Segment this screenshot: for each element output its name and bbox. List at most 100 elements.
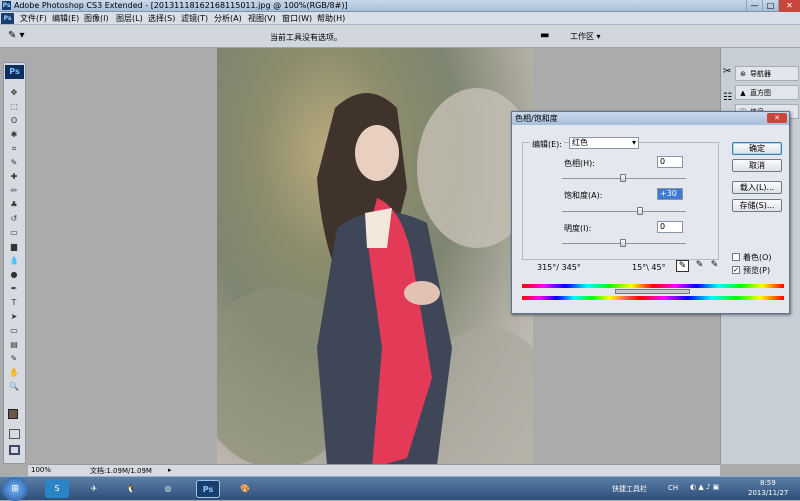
lightness-input[interactable]: 0 bbox=[657, 221, 683, 233]
close-button[interactable]: ✕ bbox=[778, 0, 800, 12]
screen-mode-icon[interactable] bbox=[9, 445, 20, 455]
panel-histogram[interactable]: ▲ 直方图 bbox=[735, 85, 799, 100]
toolbox: Ps ✥ ⬚ ʘ ✱ ⌗ ✎ ✚ ✏ ♣ ↺ ▭ ▆ 💧 ● ✒ T ➤ ▭ ▤ ✎ ✋ 🔍 bbox=[3, 62, 26, 464]
saturation-input[interactable]: +30 bbox=[657, 188, 683, 200]
blur-tool-icon[interactable]: 💧 bbox=[7, 255, 21, 266]
maximize-button[interactable]: □ bbox=[762, 0, 778, 12]
brush-tool-icon[interactable]: ✏ bbox=[7, 185, 21, 196]
move-tool-icon[interactable]: ✥ bbox=[7, 87, 21, 98]
ok-button[interactable]: 确定 bbox=[732, 142, 782, 155]
clock-date[interactable]: 2013/11/27 bbox=[748, 489, 788, 497]
preview-label: 预览(P) bbox=[743, 266, 771, 275]
eyedropper-icon[interactable]: ✎ bbox=[676, 260, 689, 272]
menu-select[interactable]: 选择(S) bbox=[145, 13, 178, 24]
minimize-button[interactable]: — bbox=[746, 0, 762, 12]
history-brush-tool-icon[interactable]: ↺ bbox=[7, 213, 21, 224]
bridge-icon[interactable]: ▬ bbox=[540, 30, 549, 41]
marquee-tool-icon[interactable]: ⬚ bbox=[7, 101, 21, 112]
crop-tool-icon[interactable]: ⌗ bbox=[7, 143, 21, 154]
saturation-slider-track[interactable] bbox=[562, 211, 686, 212]
cancel-button[interactable]: 取消 bbox=[732, 159, 782, 172]
qq-icon[interactable]: 🐧 bbox=[119, 480, 143, 498]
pen-tool-icon[interactable]: ✒ bbox=[7, 283, 21, 294]
taskbar: ⊞ S ✈ 🐧 ◎ Ps 🎨 快捷工具栏 CH ◐ ▲ ♪ ▣ 8:59 201… bbox=[0, 476, 800, 501]
notes-tool-icon[interactable]: ▤ bbox=[7, 339, 21, 350]
dodge-tool-icon[interactable]: ● bbox=[7, 269, 21, 280]
menu-help[interactable]: 帮助(H) bbox=[314, 13, 348, 24]
menu-layer[interactable]: 图层(L) bbox=[113, 13, 146, 24]
range-left-degrees: 315°/ 345° bbox=[537, 263, 581, 272]
range-right-degrees: 15°\ 45° bbox=[632, 263, 666, 272]
dialog-close-button[interactable]: ✕ bbox=[767, 113, 787, 123]
zoom-tool-icon[interactable]: 🔍 bbox=[7, 381, 21, 392]
panel-navigator-label: 导航器 bbox=[750, 70, 771, 78]
ime-indicator[interactable]: CH bbox=[668, 484, 678, 492]
load-button[interactable]: 载入(L)... bbox=[732, 181, 782, 194]
hand-tool-icon[interactable]: ✋ bbox=[7, 367, 21, 378]
stamp-tool-icon[interactable]: ♣ bbox=[7, 199, 21, 210]
quick-mask-icon[interactable] bbox=[9, 429, 20, 439]
edit-channel-value: 红色 bbox=[572, 138, 588, 147]
gradient-tool-icon[interactable]: ▆ bbox=[7, 241, 21, 252]
histogram-icon: ▲ bbox=[740, 89, 746, 97]
menu-file[interactable]: 文件(F) bbox=[17, 13, 50, 24]
menu-view[interactable]: 视图(V) bbox=[245, 13, 279, 24]
hue-input[interactable]: 0 bbox=[657, 156, 683, 168]
tray-icons[interactable]: ◐ ▲ ♪ ▣ bbox=[690, 483, 719, 491]
document-photo[interactable] bbox=[217, 48, 533, 465]
quick-toolbar-label[interactable]: 快捷工具栏 bbox=[612, 484, 647, 494]
eyedropper-tool-icon[interactable]: ✎ bbox=[7, 157, 21, 168]
hue-label: 色相(H): bbox=[564, 159, 595, 168]
zoom-level[interactable]: 100% bbox=[31, 466, 51, 474]
shape-tool-icon[interactable]: ▭ bbox=[7, 325, 21, 336]
current-tool-eyedropper-icon[interactable]: ✎ ▾ bbox=[8, 30, 25, 41]
tools-preset-icon[interactable]: ✂ bbox=[723, 66, 731, 77]
lightness-slider-thumb[interactable] bbox=[620, 239, 626, 247]
magic-wand-tool-icon[interactable]: ✱ bbox=[7, 129, 21, 140]
start-button[interactable]: ⊞ bbox=[2, 477, 28, 501]
status-bar: 100% 文档:1.09M/1.09M ▸ bbox=[28, 464, 720, 476]
foreground-color-swatch[interactable] bbox=[8, 409, 18, 419]
window-title: Adobe Photoshop CS3 Extended - [20131118… bbox=[14, 1, 348, 10]
type-tool-icon[interactable]: T bbox=[7, 297, 21, 308]
bird-icon[interactable]: ✈ bbox=[82, 480, 106, 498]
toolbox-logo: Ps bbox=[5, 65, 24, 79]
sogou-icon[interactable]: S bbox=[45, 480, 69, 498]
browser-icon[interactable]: ◎ bbox=[156, 480, 180, 498]
preview-checkbox[interactable]: ✓ bbox=[732, 266, 740, 274]
output-color-bar bbox=[522, 296, 784, 300]
menu-window[interactable]: 窗口(W) bbox=[279, 13, 315, 24]
colorize-label: 着色(O) bbox=[743, 253, 772, 262]
eyedropper-minus-icon[interactable]: ✎ bbox=[708, 260, 721, 272]
menu-image[interactable]: 图像(I) bbox=[81, 13, 112, 24]
input-color-bar bbox=[522, 284, 784, 288]
save-button[interactable]: 存储(S)... bbox=[732, 199, 782, 212]
layers-panel-icon[interactable]: ☷ bbox=[723, 92, 732, 103]
paint-icon[interactable]: 🎨 bbox=[233, 480, 257, 498]
lightness-label: 明度(I): bbox=[564, 224, 592, 233]
photoshop-icon[interactable]: Ps bbox=[196, 480, 220, 498]
dialog-title[interactable]: 色相/饱和度 bbox=[512, 112, 789, 125]
photoshop-app-icon: Ps bbox=[2, 1, 11, 10]
status-menu-arrow-icon[interactable]: ▸ bbox=[168, 466, 172, 474]
saturation-slider-thumb[interactable] bbox=[637, 207, 643, 215]
path-select-tool-icon[interactable]: ➤ bbox=[7, 311, 21, 322]
color-range-slider[interactable] bbox=[615, 289, 690, 294]
panel-navigator[interactable]: ⊛ 导航器 bbox=[735, 66, 799, 81]
menu-filter[interactable]: 滤镜(T) bbox=[178, 13, 211, 24]
healing-tool-icon[interactable]: ✚ bbox=[7, 171, 21, 182]
hue-slider-thumb[interactable] bbox=[620, 174, 626, 182]
window-title-bar[interactable]: Ps Adobe Photoshop CS3 Extended - [20131… bbox=[0, 0, 800, 12]
eyedropper-plus-icon[interactable]: ✎ bbox=[693, 260, 706, 272]
menu-edit[interactable]: 编辑(E) bbox=[49, 13, 82, 24]
colorize-checkbox[interactable] bbox=[732, 253, 740, 261]
edit-channel-select[interactable]: 红色 ▾ bbox=[569, 137, 639, 149]
lasso-tool-icon[interactable]: ʘ bbox=[7, 115, 21, 126]
clock-time[interactable]: 8:59 bbox=[760, 479, 776, 487]
document-size: 文档:1.09M/1.09M bbox=[90, 467, 152, 475]
workspace-button[interactable]: 工作区 ▾ bbox=[566, 30, 605, 43]
eraser-tool-icon[interactable]: ▭ bbox=[7, 227, 21, 238]
menu-analysis[interactable]: 分析(A) bbox=[211, 13, 245, 24]
ps-menu-logo[interactable]: Ps bbox=[1, 13, 14, 24]
eyedropper2-tool-icon[interactable]: ✎ bbox=[7, 353, 21, 364]
